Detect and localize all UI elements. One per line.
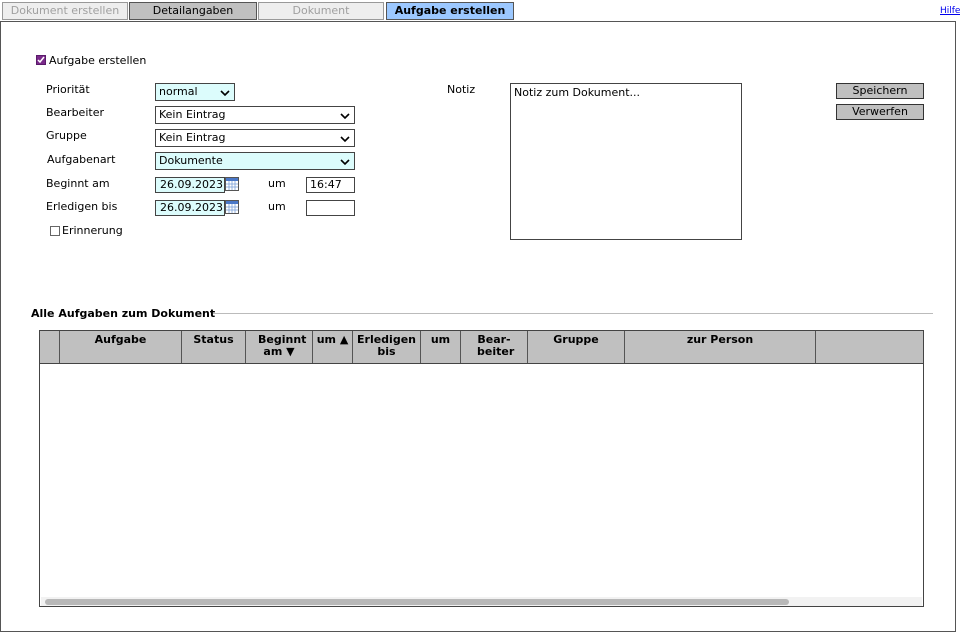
column-header-aufgabe[interactable]: Aufgabe: [60, 331, 182, 363]
assignee-label: Bearbeiter: [46, 106, 104, 119]
section-title: Alle Aufgaben zum Dokument: [31, 307, 216, 320]
column-header-status[interactable]: Status: [182, 331, 246, 363]
reminder-checkbox[interactable]: [50, 226, 60, 236]
tab-aufgabe-erstellen[interactable]: Aufgabe erstellen: [386, 2, 514, 20]
scrollbar-thumb[interactable]: [45, 599, 789, 605]
column-header-select[interactable]: [40, 331, 60, 363]
due-label: Erledigen bis: [46, 200, 118, 213]
column-header-bearbeiter[interactable]: Bear-beiter: [461, 331, 528, 363]
start-time-input[interactable]: 16:47: [306, 177, 355, 193]
group-select[interactable]: Kein Eintrag: [155, 129, 355, 147]
due-time-label: um: [268, 200, 286, 213]
tab-detailangaben[interactable]: Detailangaben: [129, 2, 257, 20]
reminder-label: Erinnerung: [62, 224, 123, 237]
horizontal-scrollbar[interactable]: [41, 597, 922, 606]
assignee-select[interactable]: Kein Eintrag: [155, 106, 355, 124]
start-time-label: um: [268, 177, 286, 190]
column-header-erledigen-bis[interactable]: Erledigen bis: [353, 331, 421, 363]
task-panel: Aufgabe erstellen Priorität normal Bearb…: [0, 21, 956, 632]
tasktype-value: Dokumente: [159, 154, 223, 167]
help-link[interactable]: Hilfe: [940, 6, 960, 16]
due-date-input[interactable]: 26.09.2023: [155, 200, 225, 216]
chevron-down-icon: [340, 113, 350, 120]
checkmark-icon: [37, 56, 45, 64]
column-header-extra: [816, 331, 923, 363]
chevron-down-icon: [220, 90, 230, 97]
note-label: Notiz: [447, 83, 476, 96]
tab-dokument[interactable]: Dokument: [258, 2, 384, 20]
tasktype-label: Aufgabenart: [47, 153, 116, 166]
discard-button[interactable]: Verwerfen: [836, 104, 924, 120]
chevron-down-icon: [340, 159, 350, 166]
tab-dokument-erstellen[interactable]: Dokument erstellen: [2, 2, 128, 20]
column-header-erledigen-um[interactable]: um: [421, 331, 461, 363]
priority-select[interactable]: normal: [155, 83, 235, 101]
priority-label: Priorität: [46, 83, 90, 96]
start-label: Beginnt am: [46, 177, 110, 190]
column-header-beginnt-am[interactable]: Beginnt am ▼: [246, 331, 313, 363]
column-header-zur-person[interactable]: zur Person: [625, 331, 816, 363]
chevron-down-icon: [340, 136, 350, 143]
tasks-table: Aufgabe Status Beginnt am ▼ um ▲ Erledig…: [39, 330, 924, 607]
due-time-input[interactable]: [306, 200, 355, 216]
save-button[interactable]: Speichern: [836, 83, 924, 99]
assignee-value: Kein Eintrag: [159, 108, 226, 121]
note-textarea[interactable]: Notiz zum Dokument...: [510, 83, 742, 240]
calendar-icon[interactable]: [225, 200, 239, 214]
tasktype-select[interactable]: Dokumente: [155, 152, 355, 170]
priority-value: normal: [159, 85, 198, 98]
group-value: Kein Eintrag: [159, 131, 226, 144]
create-task-label: Aufgabe erstellen: [49, 54, 147, 67]
group-label: Gruppe: [46, 129, 87, 142]
section-divider: [213, 313, 933, 314]
start-date-input[interactable]: 26.09.2023: [155, 177, 225, 193]
column-header-beginnt-um[interactable]: um ▲: [313, 331, 353, 363]
table-header: Aufgabe Status Beginnt am ▼ um ▲ Erledig…: [40, 331, 923, 364]
create-task-checkbox[interactable]: [36, 55, 46, 65]
column-header-gruppe[interactable]: Gruppe: [528, 331, 625, 363]
calendar-icon[interactable]: [225, 177, 239, 191]
